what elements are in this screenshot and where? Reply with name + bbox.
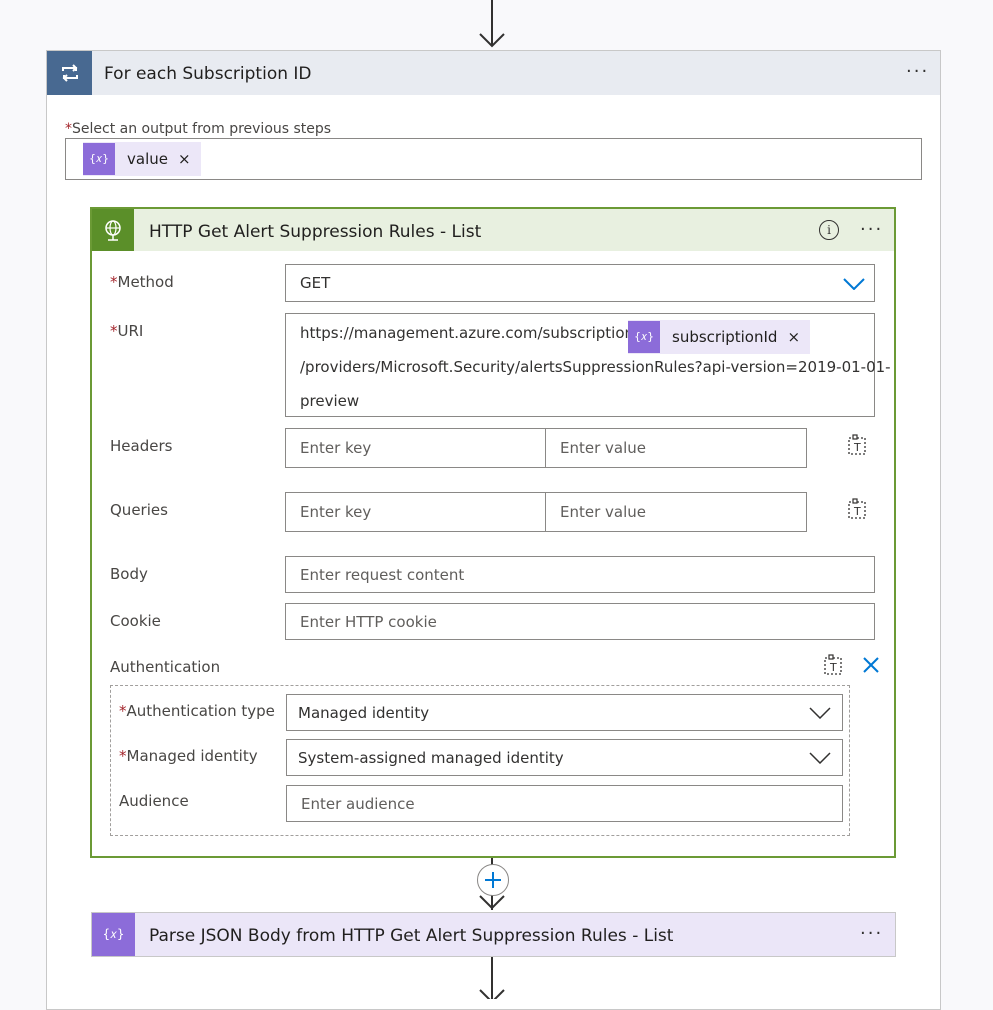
audience-input[interactable]: Enter audience <box>286 785 843 822</box>
parse-json-card[interactable]: {𝑥} Parse JSON Body from HTTP Get Alert … <box>91 912 896 957</box>
queries-value-input[interactable]: Enter value <box>545 492 807 532</box>
auth-type-label: *Authentication type <box>119 702 275 720</box>
http-action-card: HTTP Get Alert Suppression Rules - List … <box>90 207 896 858</box>
variable-icon: {𝑥} <box>83 143 115 175</box>
headers-label: Headers <box>110 437 173 455</box>
queries-label: Queries <box>110 501 168 519</box>
queries-text-mode-icon[interactable]: T <box>847 498 869 520</box>
info-icon[interactable]: i <box>819 220 839 240</box>
audience-placeholder: Enter audience <box>301 794 415 813</box>
plus-icon <box>485 872 501 888</box>
method-value: GET <box>300 274 331 292</box>
managed-identity-label-text: Managed identity <box>126 747 258 765</box>
parse-json-title: Parse JSON Body from HTTP Get Alert Supp… <box>149 926 674 946</box>
select-output-field[interactable]: {𝑥} value × <box>65 138 922 180</box>
value-token-label: value <box>127 150 168 168</box>
add-step-button[interactable] <box>477 864 509 896</box>
cookie-label: Cookie <box>110 612 161 630</box>
parse-json-variable-icon: {𝑥} <box>92 913 135 956</box>
auth-type-chevron-down-icon <box>809 707 831 719</box>
required-mark: * <box>119 747 127 765</box>
required-mark: * <box>110 322 118 340</box>
audience-label: Audience <box>119 792 189 810</box>
headers-key-placeholder: Enter key <box>300 439 372 457</box>
auth-type-value: Managed identity <box>298 703 430 722</box>
foreach-header[interactable]: For each Subscription ID ··· <box>47 51 940 95</box>
queries-key-input[interactable]: Enter key <box>285 492 546 532</box>
uri-label-text: URI <box>117 322 144 340</box>
authentication-remove-icon[interactable] <box>862 656 880 674</box>
headers-value-placeholder: Enter value <box>560 439 647 457</box>
method-label-text: Method <box>117 273 174 291</box>
method-label: *Method <box>110 273 174 291</box>
headers-text-mode-icon[interactable]: T <box>847 434 869 456</box>
parse-json-more-button[interactable]: ··· <box>860 925 883 943</box>
variable-icon: {𝑥} <box>628 321 660 353</box>
auth-type-label-text: Authentication type <box>126 702 275 720</box>
cookie-input[interactable]: Enter HTTP cookie <box>285 603 875 640</box>
bottom-connector-arrow-icon <box>479 989 505 999</box>
authentication-label: Authentication <box>110 658 221 676</box>
select-output-label: *Select an output from previous steps <box>65 121 331 137</box>
svg-text:T: T <box>853 441 861 454</box>
headers-value-input[interactable]: Enter value <box>545 428 807 468</box>
headers-key-input[interactable]: Enter key <box>285 428 546 468</box>
authentication-group: *Authentication type Managed identity *M… <box>110 685 850 836</box>
cookie-placeholder: Enter HTTP cookie <box>300 612 437 631</box>
subscription-id-token-remove-icon[interactable]: × <box>787 328 810 346</box>
value-token[interactable]: {𝑥} value × <box>83 142 201 176</box>
managed-identity-select[interactable]: System-assigned managed identity <box>286 739 843 776</box>
foreach-more-button[interactable]: ··· <box>906 63 929 81</box>
select-output-label-text: Select an output from previous steps <box>72 121 332 137</box>
foreach-title: For each Subscription ID <box>104 64 312 84</box>
queries-key-placeholder: Enter key <box>300 503 372 521</box>
uri-field[interactable]: https://management.azure.com/subscriptio… <box>285 313 891 417</box>
uri-text-part1: https://management.azure.com/subscriptio… <box>300 324 647 342</box>
http-title: HTTP Get Alert Suppression Rules - List <box>149 222 482 242</box>
value-token-remove-icon[interactable]: × <box>178 150 201 168</box>
managed-identity-value: System-assigned managed identity <box>298 748 564 767</box>
top-connector-arrow-icon <box>479 33 505 48</box>
uri-text-part3: preview <box>300 392 360 410</box>
body-input[interactable]: Enter request content <box>285 556 875 593</box>
authentication-text-mode-icon[interactable]: T <box>823 654 845 676</box>
svg-text:T: T <box>829 661 837 674</box>
uri-text-part2: /providers/Microsoft.Security/alertsSupp… <box>300 358 891 376</box>
method-select[interactable]: GET <box>285 264 875 302</box>
body-label: Body <box>110 565 148 583</box>
auth-type-select[interactable]: Managed identity <box>286 694 843 731</box>
svg-text:T: T <box>853 505 861 518</box>
managed-identity-label: *Managed identity <box>119 747 258 765</box>
queries-value-placeholder: Enter value <box>560 503 647 521</box>
required-mark: * <box>110 273 118 291</box>
http-more-button[interactable]: ··· <box>860 221 883 239</box>
method-chevron-down-icon <box>843 278 865 290</box>
subscription-id-token-label: subscriptionId <box>672 328 778 346</box>
globe-icon <box>92 209 134 251</box>
info-icon-glyph: i <box>827 223 831 237</box>
foreach-loop-icon <box>47 51 92 95</box>
uri-label: *URI <box>110 322 143 340</box>
subscription-id-token[interactable]: {𝑥} subscriptionId × <box>628 320 811 354</box>
managed-identity-chevron-down-icon <box>809 752 831 764</box>
http-header[interactable]: HTTP Get Alert Suppression Rules - List … <box>92 209 894 251</box>
required-mark: * <box>119 702 127 720</box>
body-placeholder: Enter request content <box>300 565 465 584</box>
required-mark: * <box>65 121 72 137</box>
